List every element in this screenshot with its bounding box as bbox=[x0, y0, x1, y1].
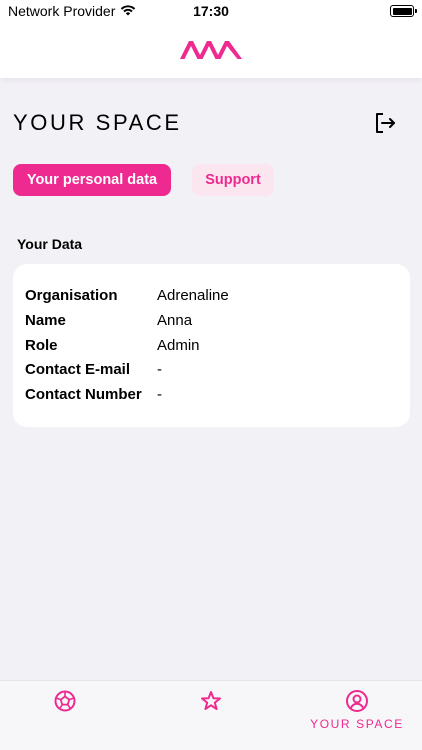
row-label: Organisation bbox=[25, 287, 118, 304]
row-value: Anna bbox=[157, 312, 193, 329]
row-label: Name bbox=[25, 312, 66, 329]
logout-icon bbox=[376, 113, 395, 133]
tab-bar-star[interactable] bbox=[199, 689, 223, 713]
status-bar: Network Provider 17:30 bbox=[0, 0, 422, 22]
row-label: Role bbox=[25, 337, 58, 354]
aim-logo-icon bbox=[180, 41, 242, 59]
row-value: Admin bbox=[157, 337, 200, 354]
tab-bar-your-space[interactable]: YOUR SPACE bbox=[310, 689, 404, 731]
data-row-contact-number: Contact Number - bbox=[25, 386, 162, 403]
status-time: 17:30 bbox=[193, 3, 229, 19]
logout-button[interactable] bbox=[373, 111, 397, 135]
app-screen: Network Provider 17:30 YOUR SPACE Your p… bbox=[0, 0, 422, 750]
tab-bar-ball[interactable] bbox=[53, 689, 77, 713]
data-row-name: Name Anna bbox=[25, 312, 192, 329]
tab-personal-data[interactable]: Your personal data bbox=[13, 164, 171, 196]
row-value: - bbox=[157, 361, 162, 378]
row-label: Contact Number bbox=[25, 386, 142, 403]
ball-icon bbox=[54, 690, 76, 712]
battery-icon bbox=[390, 5, 417, 17]
bottom-tab-bar: YOUR SPACE bbox=[0, 680, 422, 750]
data-card: Organisation Adrenaline Name Anna Role A… bbox=[13, 264, 410, 427]
tab-support[interactable]: Support bbox=[192, 164, 274, 196]
data-row-organisation: Organisation Adrenaline bbox=[25, 287, 229, 304]
user-circle-icon bbox=[346, 690, 368, 712]
row-value: - bbox=[157, 386, 162, 403]
data-row-role: Role Admin bbox=[25, 337, 200, 354]
tab-bar-label: YOUR SPACE bbox=[310, 717, 404, 731]
page-title: YOUR SPACE bbox=[13, 110, 182, 135]
row-label: Contact E-mail bbox=[25, 361, 131, 378]
section-title: Your Data bbox=[17, 236, 83, 252]
data-row-contact-email: Contact E-mail - bbox=[25, 361, 162, 378]
row-value: Adrenaline bbox=[157, 287, 229, 304]
top-bar: Network Provider 17:30 bbox=[0, 0, 422, 78]
star-icon bbox=[201, 691, 221, 710]
